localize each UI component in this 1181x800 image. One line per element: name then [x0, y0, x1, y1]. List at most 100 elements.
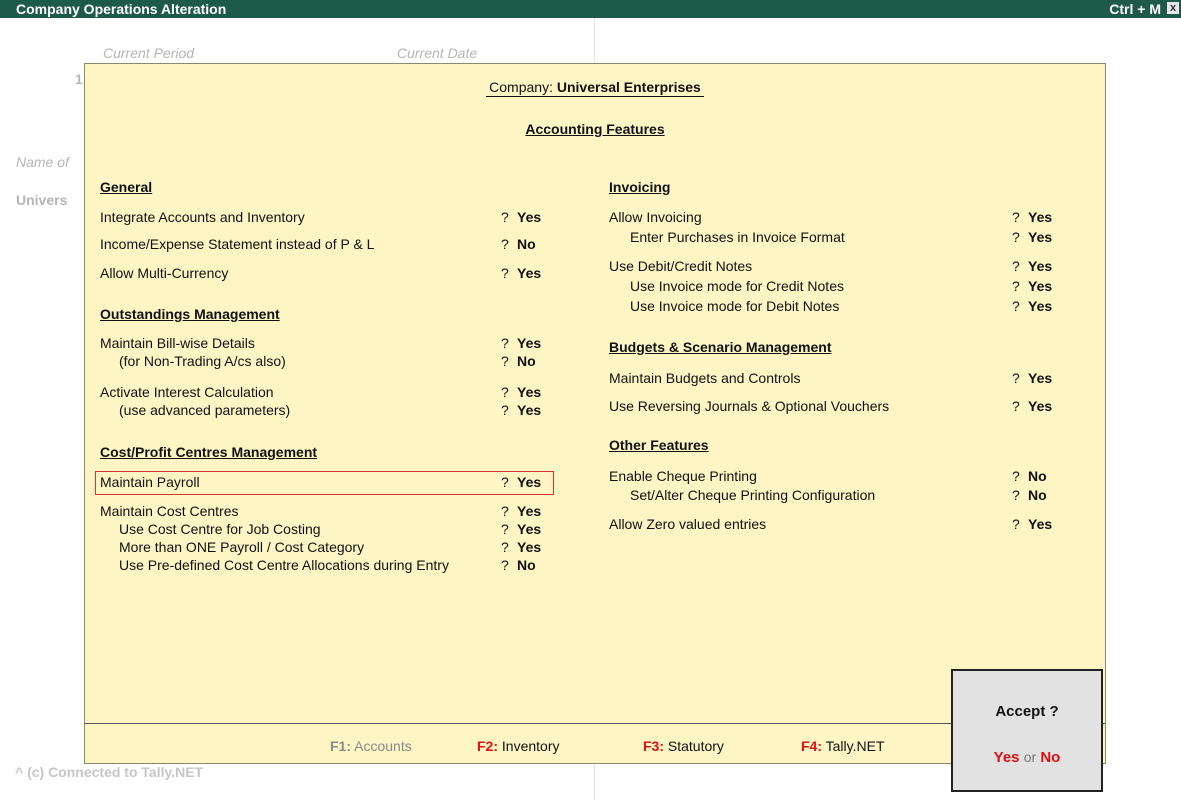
- cost-heading: Cost/Profit Centres Management: [100, 444, 318, 460]
- field-value[interactable]: Yes: [1028, 278, 1052, 294]
- field-value[interactable]: Yes: [1028, 298, 1052, 314]
- prompt-mark: ?: [1012, 278, 1020, 294]
- field-label: Use Cost Centre for Job Costing: [119, 521, 321, 537]
- accept-dialog: Accept ? Yes or No: [951, 669, 1103, 792]
- field-value[interactable]: Yes: [1028, 229, 1052, 245]
- prompt-mark: ?: [1012, 516, 1020, 532]
- field-value[interactable]: No: [517, 236, 536, 252]
- field-value[interactable]: Yes: [517, 521, 541, 537]
- prompt-mark: ?: [501, 353, 509, 369]
- outstandings-heading: Outstandings Management: [100, 306, 280, 322]
- prompt-mark: ?: [1012, 370, 1020, 386]
- prompt-mark: ?: [501, 236, 509, 252]
- field-label: Use Debit/Credit Notes: [609, 258, 753, 274]
- hotkey-label: F3:: [643, 738, 664, 754]
- field-label: Enable Cheque Printing: [609, 468, 757, 484]
- prompt-mark: ?: [1012, 487, 1020, 503]
- button-label: Inventory: [501, 738, 560, 754]
- yes-button[interactable]: Yes: [994, 749, 1020, 766]
- field-label: Maintain Payroll: [100, 474, 200, 490]
- f1-accounts-button[interactable]: F1: Accounts: [330, 738, 412, 754]
- prompt-mark: ?: [501, 503, 509, 519]
- field-label: Maintain Bill-wise Details: [100, 335, 255, 351]
- company-label: Company:: [489, 79, 553, 95]
- field-label: Maintain Budgets and Controls: [609, 370, 801, 386]
- no-button[interactable]: No: [1040, 749, 1060, 766]
- prompt-mark: ?: [1012, 229, 1020, 245]
- accept-options: Yes or No: [953, 749, 1101, 766]
- f2-inventory-button[interactable]: F2: Inventory: [477, 738, 559, 754]
- company-name: Universal Enterprises: [556, 79, 701, 95]
- button-label: Tally.NET: [825, 738, 885, 754]
- connection-status: ^ (c) Connected to Tally.NET: [15, 764, 204, 780]
- field-value[interactable]: Yes: [1028, 370, 1052, 386]
- field-label: Maintain Cost Centres: [100, 503, 239, 519]
- field-label: Income/Expense Statement instead of P & …: [100, 236, 375, 252]
- prompt-mark: ?: [501, 265, 509, 281]
- field-label: Allow Zero valued entries: [609, 516, 767, 532]
- prompt-mark: ?: [501, 384, 509, 400]
- current-period-label: Current Period: [103, 45, 195, 61]
- f3-statutory-button[interactable]: F3: Statutory: [643, 738, 724, 754]
- or-text: or: [1023, 749, 1037, 765]
- current-date-label: Current Date: [397, 45, 478, 61]
- hotkey-label: F4:: [801, 738, 822, 754]
- prompt-mark: ?: [1012, 468, 1020, 484]
- prompt-mark: ?: [501, 402, 509, 418]
- field-label: Use Invoice mode for Debit Notes: [630, 298, 840, 314]
- prompt-mark: ?: [501, 539, 509, 555]
- features-title: Accounting Features: [525, 121, 665, 137]
- field-value[interactable]: No: [517, 557, 536, 573]
- title-bar: Company Operations Alteration Ctrl + M x: [0, 0, 1181, 18]
- field-value[interactable]: Yes: [1028, 516, 1052, 532]
- field-value[interactable]: Yes: [517, 539, 541, 555]
- field-value[interactable]: No: [517, 353, 536, 369]
- prompt-mark: ?: [1012, 398, 1020, 414]
- field-value[interactable]: No: [1028, 487, 1047, 503]
- field-label: Integrate Accounts and Inventory: [100, 209, 305, 225]
- field-label: Allow Invoicing: [609, 209, 702, 225]
- button-label: Statutory: [667, 738, 724, 754]
- prompt-mark: ?: [501, 521, 509, 537]
- shortcut-hint: Ctrl + M: [1109, 1, 1161, 17]
- company-fragment: Univers: [16, 192, 68, 208]
- field-label: Set/Alter Cheque Printing Configuration: [630, 487, 876, 503]
- field-label: Activate Interest Calculation: [100, 384, 274, 400]
- close-button[interactable]: x: [1167, 2, 1179, 14]
- name-label: Name of: [16, 154, 69, 170]
- prompt-mark: ?: [501, 557, 509, 573]
- company-header: Company: Universal Enterprises: [85, 79, 1105, 97]
- hotkey-label: F1:: [330, 738, 351, 754]
- field-value[interactable]: Yes: [1028, 209, 1052, 225]
- field-label: Use Reversing Journals & Optional Vouche…: [609, 398, 890, 414]
- invoicing-heading: Invoicing: [609, 179, 671, 195]
- general-heading: General: [100, 179, 153, 195]
- field-value[interactable]: No: [1028, 468, 1047, 484]
- field-label: Use Pre-defined Cost Centre Allocations …: [119, 557, 449, 573]
- field-label: Use Invoice mode for Credit Notes: [630, 278, 844, 294]
- field-label: (for Non-Trading A/cs also): [119, 353, 286, 369]
- field-value[interactable]: Yes: [517, 335, 541, 351]
- field-value[interactable]: Yes: [517, 503, 541, 519]
- field-value[interactable]: Yes: [517, 402, 541, 418]
- prompt-mark: ?: [501, 209, 509, 225]
- field-value[interactable]: Yes: [1028, 398, 1052, 414]
- window-title: Company Operations Alteration: [16, 1, 227, 17]
- field-label: Allow Multi-Currency: [100, 265, 229, 281]
- button-label: Accounts: [354, 738, 412, 754]
- field-label: More than ONE Payroll / Cost Category: [119, 539, 365, 555]
- other-heading: Other Features: [609, 437, 709, 453]
- prompt-mark: ?: [1012, 298, 1020, 314]
- accounting-features-panel: Company: Universal Enterprises Accountin…: [84, 63, 1106, 764]
- budgets-heading: Budgets & Scenario Management: [609, 339, 832, 355]
- field-value[interactable]: Yes: [517, 209, 541, 225]
- prompt-mark: ?: [501, 335, 509, 351]
- f4-tallynet-button[interactable]: F4: Tally.NET: [801, 738, 885, 754]
- field-label: Enter Purchases in Invoice Format: [630, 229, 845, 245]
- field-value[interactable]: Yes: [517, 265, 541, 281]
- prompt-mark: ?: [1012, 258, 1020, 274]
- field-value[interactable]: Yes: [517, 384, 541, 400]
- field-value[interactable]: Yes: [517, 474, 541, 490]
- accept-question: Accept ?: [995, 703, 1059, 720]
- field-value[interactable]: Yes: [1028, 258, 1052, 274]
